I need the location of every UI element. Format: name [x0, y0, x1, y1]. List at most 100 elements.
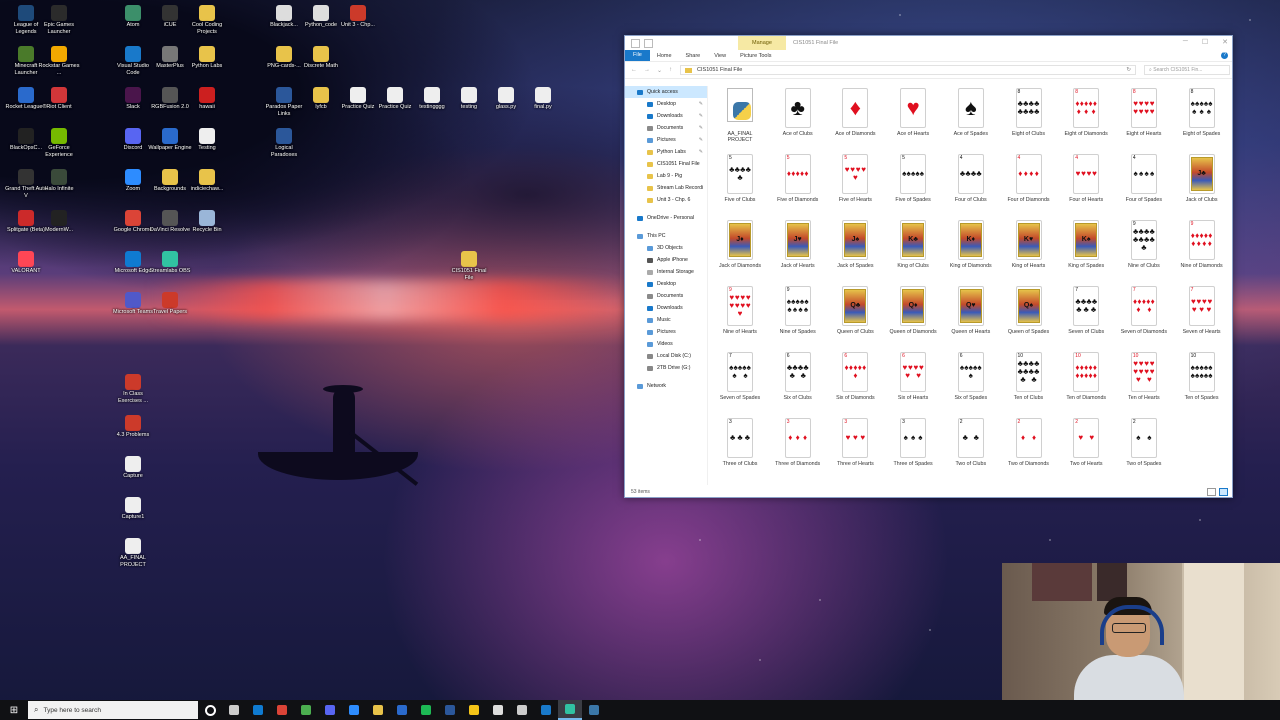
- file-item[interactable]: ♣ Ace of Clubs: [773, 88, 823, 137]
- tab-home[interactable]: Home: [650, 53, 679, 59]
- properties-icon[interactable]: [631, 39, 640, 48]
- file-item[interactable]: 8 ♥ ♥ ♥ ♥ ♥ ♥ ♥ ♥ Eight of Hearts: [1119, 88, 1169, 137]
- file-item[interactable]: J♦ Jack of Diamonds: [715, 220, 765, 269]
- file-item[interactable]: 3 ♥ ♥ ♥ Three of Hearts: [830, 418, 880, 467]
- desktop-icon[interactable]: Testing: [185, 128, 229, 152]
- nav-item[interactable]: OneDrive - Personal: [625, 212, 707, 224]
- desktop-icon[interactable]: Recycle Bin: [185, 210, 229, 234]
- zoom-icon[interactable]: [342, 700, 366, 720]
- folder-icon[interactable]: [462, 700, 486, 720]
- details-view-icon[interactable]: [1207, 487, 1216, 496]
- desktop-icon[interactable]: Capture: [111, 456, 155, 480]
- address-bar[interactable]: CIS1051 Final File ↻: [680, 65, 1137, 75]
- title-bar[interactable]: Manage CIS1051 Final File ─ ☐ ✕: [625, 36, 1232, 50]
- nav-item[interactable]: Python Labs ✎: [625, 146, 707, 158]
- file-item[interactable]: K♣ King of Clubs: [888, 220, 938, 269]
- snipping-icon[interactable]: [510, 700, 534, 720]
- file-item[interactable]: K♥ King of Hearts: [1004, 220, 1054, 269]
- nav-item[interactable]: Downloads ✎: [625, 110, 707, 122]
- file-item[interactable]: 3 ♣ ♣ ♣ Three of Clubs: [715, 418, 765, 467]
- file-item[interactable]: 4 ♣ ♣ ♣ ♣ Four of Clubs: [946, 154, 996, 203]
- file-item[interactable]: Q♥ Queen of Hearts: [946, 286, 996, 335]
- file-item[interactable]: J♠ Jack of Spades: [830, 220, 880, 269]
- file-item[interactable]: ♦ Ace of Diamonds: [830, 88, 880, 137]
- edge-icon[interactable]: [246, 700, 270, 720]
- file-item[interactable]: 6 ♦ ♦ ♦ ♦ ♦ ♦ Six of Diamonds: [830, 352, 880, 401]
- nav-item[interactable]: Apple iPhone: [625, 254, 707, 266]
- search-input[interactable]: ⌕ Search CIS1051 Fin...: [1144, 65, 1231, 75]
- vscode-icon[interactable]: [534, 700, 558, 720]
- file-item[interactable]: 4 ♠ ♠ ♠ ♠ Four of Spades: [1119, 154, 1169, 203]
- discord-icon[interactable]: [318, 700, 342, 720]
- nav-item[interactable]: Documents: [625, 290, 707, 302]
- file-item[interactable]: 7 ♣ ♣ ♣ ♣ ♣ ♣ ♣ Seven of Clubs: [1061, 286, 1111, 335]
- file-item[interactable]: 7 ♥ ♥ ♥ ♥ ♥ ♥ ♥ Seven of Hearts: [1177, 286, 1227, 335]
- nav-item[interactable]: Stream Lab Recordi: [625, 182, 707, 194]
- file-item[interactable]: Q♣ Queen of Clubs: [830, 286, 880, 335]
- file-explorer-icon[interactable]: [366, 700, 390, 720]
- file-item[interactable]: 6 ♥ ♥ ♥ ♥ ♥ ♥ Six of Hearts: [888, 352, 938, 401]
- file-item[interactable]: 9 ♦ ♦ ♦ ♦ ♦ ♦ ♦ ♦ ♦ Nine of Diamonds: [1177, 220, 1227, 269]
- file-item[interactable]: 6 ♠ ♠ ♠ ♠ ♠ ♠ Six of Spades: [946, 352, 996, 401]
- nav-item[interactable]: 3D Objects: [625, 242, 707, 254]
- file-item[interactable]: 5 ♦ ♦ ♦ ♦ ♦ Five of Diamonds: [773, 154, 823, 203]
- file-item[interactable]: 2 ♦ ♦ Two of Diamonds: [1004, 418, 1054, 467]
- new-folder-icon[interactable]: [644, 39, 653, 48]
- photos-icon[interactable]: [390, 700, 414, 720]
- minimize-icon[interactable]: ─: [1183, 38, 1188, 46]
- chrome-icon[interactable]: [270, 700, 294, 720]
- nav-item[interactable]: Internal Storage: [625, 266, 707, 278]
- file-item[interactable]: K♦ King of Diamonds: [946, 220, 996, 269]
- refresh-icon[interactable]: ↻: [1126, 67, 1131, 73]
- file-item[interactable]: ♠ Ace of Spades: [946, 88, 996, 137]
- desktop-icon[interactable]: VALORANT: [4, 251, 48, 275]
- back-icon[interactable]: ←: [631, 67, 637, 74]
- desktop-icon[interactable]: CIS1051 Final File: [447, 251, 491, 281]
- nav-item[interactable]: Desktop ✎: [625, 98, 707, 110]
- file-explorer-window[interactable]: Manage CIS1051 Final File ─ ☐ ✕ File Hom…: [624, 35, 1233, 498]
- file-item[interactable]: 5 ♣ ♣ ♣ ♣ ♣ Five of Clubs: [715, 154, 765, 203]
- nav-item[interactable]: Music: [625, 314, 707, 326]
- notepad-icon[interactable]: [486, 700, 510, 720]
- desktop-icon[interactable]: Python Labs: [185, 46, 229, 70]
- nav-item[interactable]: Lab 9 - Pig: [625, 170, 707, 182]
- recent-locations-icon[interactable]: ⌄: [657, 67, 662, 74]
- file-item[interactable]: 4 ♥ ♥ ♥ ♥ Four of Hearts: [1061, 154, 1111, 203]
- file-item[interactable]: 7 ♠ ♠ ♠ ♠ ♠ ♠ ♠ Seven of Spades: [715, 352, 765, 401]
- forward-icon[interactable]: →: [644, 67, 650, 74]
- file-item[interactable]: 7 ♦ ♦ ♦ ♦ ♦ ♦ ♦ Seven of Diamonds: [1119, 286, 1169, 335]
- file-item[interactable]: 8 ♠ ♠ ♠ ♠ ♠ ♠ ♠ ♠ Eight of Spades: [1177, 88, 1227, 137]
- desktop-icon[interactable]: Discrete Math: [299, 46, 343, 70]
- nav-item[interactable]: Desktop: [625, 278, 707, 290]
- file-item[interactable]: ♥ Ace of Hearts: [888, 88, 938, 137]
- desktop-icon[interactable]: Cool Coding Projects: [185, 5, 229, 35]
- file-item[interactable]: 3 ♠ ♠ ♠ Three of Spades: [888, 418, 938, 467]
- nav-item[interactable]: This PC: [625, 230, 707, 242]
- desktop-icon[interactable]: 4.3 Problems: [111, 415, 155, 439]
- nav-item[interactable]: CIS1051 Final File: [625, 158, 707, 170]
- file-item[interactable]: Q♠ Queen of Spades: [1004, 286, 1054, 335]
- desktop-icon[interactable]: Halo Infinite: [37, 169, 81, 193]
- file-item[interactable]: 8 ♣ ♣ ♣ ♣ ♣ ♣ ♣ ♣ Eight of Clubs: [1004, 88, 1054, 137]
- file-item[interactable]: AA_FINAL PROJECT: [715, 88, 765, 144]
- desktop-icon[interactable]: Logical Paradoxes: [262, 128, 306, 158]
- file-item[interactable]: J♥ Jack of Hearts: [773, 220, 823, 269]
- nav-item[interactable]: 2TB Drive (G:): [625, 362, 707, 374]
- file-item[interactable]: 8 ♦ ♦ ♦ ♦ ♦ ♦ ♦ ♦ Eight of Diamonds: [1061, 88, 1111, 137]
- desktop-icon[interactable]: In Class Exercises ...: [111, 374, 155, 404]
- quick-access-toolbar[interactable]: [631, 39, 653, 48]
- file-item[interactable]: 10 ♣ ♣ ♣ ♣ ♣ ♣ ♣ ♣ ♣ ♣ Ten of Clubs: [1004, 352, 1054, 401]
- desktop-icon[interactable]: indiciechaw...: [185, 169, 229, 193]
- tab-picture-tools[interactable]: Picture Tools: [733, 53, 778, 59]
- cortana-icon[interactable]: [198, 700, 222, 720]
- nav-item[interactable]: Videos: [625, 338, 707, 350]
- file-item[interactable]: 10 ♥ ♥ ♥ ♥ ♥ ♥ ♥ ♥ ♥ ♥ Ten of Hearts: [1119, 352, 1169, 401]
- start-button[interactable]: ⊞: [0, 700, 28, 720]
- desktop-icon[interactable]: AA_FINAL PROJECT: [111, 538, 155, 568]
- file-item[interactable]: 9 ♣ ♣ ♣ ♣ ♣ ♣ ♣ ♣ ♣ Nine of Clubs: [1119, 220, 1169, 269]
- file-item[interactable]: 2 ♥ ♥ Two of Hearts: [1061, 418, 1111, 467]
- desktop-icon[interactable]: ModernW...: [37, 210, 81, 234]
- tab-file[interactable]: File: [625, 50, 650, 61]
- file-item[interactable]: J♣ Jack of Clubs: [1177, 154, 1227, 203]
- word-icon[interactable]: [438, 700, 462, 720]
